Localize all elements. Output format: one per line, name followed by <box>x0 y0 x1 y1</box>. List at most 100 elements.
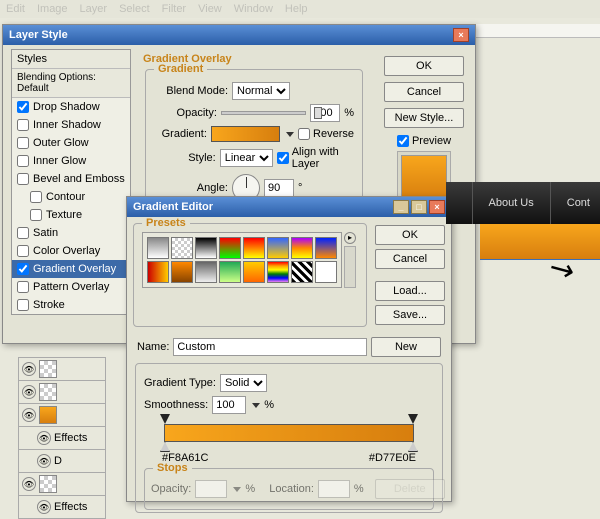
preset-swatch[interactable] <box>219 237 241 259</box>
style-select[interactable]: Linear <box>220 149 273 167</box>
style-item-satin[interactable]: Satin <box>12 224 130 242</box>
style-item-color-overlay[interactable]: Color Overlay <box>12 242 130 260</box>
style-item-inner-shadow[interactable]: Inner Shadow <box>12 116 130 134</box>
style-checkbox[interactable] <box>17 119 29 131</box>
preset-scrollbar[interactable] <box>344 246 356 288</box>
preset-swatch[interactable] <box>315 237 337 259</box>
styles-header[interactable]: Styles <box>12 50 130 69</box>
eye-icon[interactable]: 👁 <box>37 500 51 514</box>
style-checkbox[interactable] <box>17 299 29 311</box>
type-select[interactable]: Solid <box>220 374 267 392</box>
layer-row[interactable]: 👁 <box>18 380 106 404</box>
ge-load-button[interactable]: Load... <box>375 281 445 301</box>
style-checkbox[interactable] <box>17 245 29 257</box>
preset-menu-icon[interactable]: ▸ <box>344 232 356 244</box>
new-style-button[interactable]: New Style... <box>384 108 464 128</box>
style-checkbox[interactable] <box>17 101 29 113</box>
preset-swatch[interactable] <box>147 261 169 283</box>
layer-effects-row[interactable]: 👁Effects <box>18 495 106 519</box>
reverse-checkbox[interactable]: Reverse <box>298 128 354 140</box>
eye-icon[interactable]: 👁 <box>22 362 36 376</box>
name-input[interactable] <box>173 338 367 356</box>
preset-swatch[interactable] <box>171 261 193 283</box>
style-item-outer-glow[interactable]: Outer Glow <box>12 134 130 152</box>
angle-input[interactable] <box>264 179 294 197</box>
preset-swatch[interactable] <box>291 261 313 283</box>
layer-style-titlebar[interactable]: Layer Style × <box>3 25 475 45</box>
nav-item-contact[interactable]: Cont <box>567 197 590 209</box>
layer-row[interactable]: 👁 <box>18 472 106 496</box>
eye-icon[interactable]: 👁 <box>37 454 51 468</box>
layer-row[interactable]: 👁 <box>18 403 106 427</box>
color-stop-right[interactable] <box>408 442 418 452</box>
close-icon[interactable]: × <box>429 200 445 214</box>
angle-label: Angle: <box>154 182 228 194</box>
layer-row[interactable]: 👁 <box>18 357 106 381</box>
gradient-swatch[interactable] <box>211 126 280 142</box>
style-item-pattern-overlay[interactable]: Pattern Overlay <box>12 278 130 296</box>
eye-icon[interactable]: 👁 <box>22 408 36 422</box>
preview-checkbox[interactable]: Preview <box>381 135 467 147</box>
gradient-editor-dialog: Gradient Editor _ □ × Presets ▸ OK Cance… <box>126 196 452 502</box>
preset-swatch[interactable] <box>171 237 193 259</box>
minimize-icon[interactable]: _ <box>393 200 409 214</box>
style-item-inner-glow[interactable]: Inner Glow <box>12 152 130 170</box>
style-checkbox[interactable] <box>17 227 29 239</box>
opacity-stop-right[interactable] <box>408 414 418 424</box>
opacity-slider[interactable] <box>221 111 306 115</box>
style-checkbox[interactable] <box>17 173 29 185</box>
style-item-stroke[interactable]: Stroke <box>12 296 130 314</box>
style-item-drop-shadow[interactable]: Drop Shadow <box>12 98 130 116</box>
nav-item-about[interactable]: About Us <box>489 197 534 209</box>
layers-palette: 👁 👁 👁 👁Effects 👁D 👁 👁Effects <box>18 358 106 519</box>
gradient-bar[interactable] <box>154 420 424 446</box>
chevron-down-icon[interactable] <box>286 132 294 137</box>
chevron-down-icon[interactable] <box>252 403 260 408</box>
color-stop-left[interactable] <box>160 442 170 452</box>
style-item-gradient-overlay[interactable]: Gradient Overlay <box>12 260 130 278</box>
ge-new-button[interactable]: New <box>371 337 441 357</box>
preset-swatch[interactable] <box>147 237 169 259</box>
ge-save-button[interactable]: Save... <box>375 305 445 325</box>
layer-effects-row[interactable]: 👁Effects <box>18 426 106 450</box>
styles-panel: Styles Blending Options: Default Drop Sh… <box>11 49 131 315</box>
align-checkbox[interactable]: Align with Layer <box>277 146 354 170</box>
style-checkbox[interactable] <box>17 263 29 275</box>
preset-swatch[interactable] <box>315 261 337 283</box>
style-checkbox[interactable] <box>17 155 29 167</box>
blending-header[interactable]: Blending Options: Default <box>12 69 130 98</box>
ok-button[interactable]: OK <box>384 56 464 76</box>
style-checkbox[interactable] <box>30 191 42 203</box>
gradient-editor-title: Gradient Editor <box>133 201 213 213</box>
cancel-button[interactable]: Cancel <box>384 82 464 102</box>
preset-swatch[interactable] <box>267 261 289 283</box>
type-label: Gradient Type: <box>144 377 216 389</box>
ge-ok-button[interactable]: OK <box>375 225 445 245</box>
style-item-contour[interactable]: Contour <box>12 188 130 206</box>
style-item-texture[interactable]: Texture <box>12 206 130 224</box>
eye-icon[interactable]: 👁 <box>22 385 36 399</box>
style-checkbox[interactable] <box>17 281 29 293</box>
preset-swatch[interactable] <box>243 237 265 259</box>
preset-swatch[interactable] <box>243 261 265 283</box>
preset-swatch[interactable] <box>195 261 217 283</box>
maximize-icon[interactable]: □ <box>411 200 427 214</box>
preset-swatch[interactable] <box>195 237 217 259</box>
smooth-input[interactable] <box>212 396 246 414</box>
preset-swatch[interactable] <box>267 237 289 259</box>
stop-opacity-input <box>195 480 227 498</box>
opacity-stop-left[interactable] <box>160 414 170 424</box>
style-checkbox[interactable] <box>30 209 42 221</box>
eye-icon[interactable]: 👁 <box>37 431 51 445</box>
eye-icon[interactable]: 👁 <box>22 477 36 491</box>
layer-style-title: Layer Style <box>9 29 68 41</box>
ge-cancel-button[interactable]: Cancel <box>375 249 445 269</box>
gradient-editor-titlebar[interactable]: Gradient Editor _ □ × <box>127 197 451 217</box>
preset-swatch[interactable] <box>291 237 313 259</box>
layer-effect-item[interactable]: 👁D <box>18 449 106 473</box>
blend-mode-select[interactable]: Normal <box>232 82 290 100</box>
style-checkbox[interactable] <box>17 137 29 149</box>
style-item-bevel-and-emboss[interactable]: Bevel and Emboss <box>12 170 130 188</box>
preset-swatch[interactable] <box>219 261 241 283</box>
close-icon[interactable]: × <box>453 28 469 42</box>
